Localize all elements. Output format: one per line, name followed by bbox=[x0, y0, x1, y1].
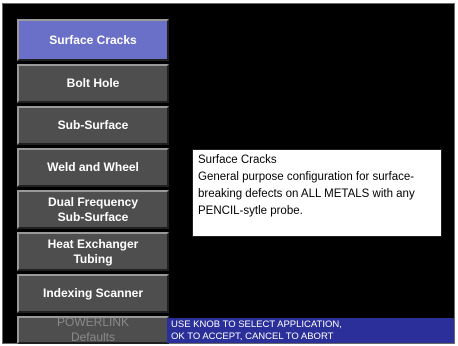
menu-item-dual-frequency-sub-surface[interactable]: Dual Frequency Sub-Surface bbox=[17, 190, 169, 229]
menu-item-label: Indexing Scanner bbox=[42, 286, 144, 300]
menu-item-indexing-scanner[interactable]: Indexing Scanner bbox=[17, 274, 169, 313]
menu-item-label: Heat Exchanger Tubing bbox=[47, 236, 139, 266]
menu-item-label: Sub-Surface bbox=[57, 118, 129, 132]
status-bar: USE KNOB TO SELECT APPLICATION, OK TO AC… bbox=[167, 318, 454, 343]
menu-item-label: Bolt Hole bbox=[66, 76, 120, 90]
menu-item-sub-surface[interactable]: Sub-Surface bbox=[17, 106, 169, 145]
description-text: General purpose configuration for surfac… bbox=[198, 171, 415, 217]
application-description-box: Surface Cracks General purpose configura… bbox=[192, 149, 442, 237]
menu-item-powerlink-defaults: POWERLINK Defaults bbox=[17, 315, 169, 344]
description-title: Surface Cracks bbox=[198, 154, 277, 166]
menu-item-heat-exchanger-tubing[interactable]: Heat Exchanger Tubing bbox=[17, 232, 169, 271]
menu-item-label: Surface Cracks bbox=[49, 32, 137, 47]
menu-item-label: Weld and Wheel bbox=[47, 160, 139, 174]
menu-item-label: POWERLINK Defaults bbox=[56, 315, 129, 344]
menu-item-bolt-hole[interactable]: Bolt Hole bbox=[17, 64, 169, 103]
menu-item-weld-and-wheel[interactable]: Weld and Wheel bbox=[17, 148, 169, 187]
application-screen: Surface Cracks Bolt Hole Sub-Surface Wel… bbox=[2, 3, 455, 344]
menu-item-label: Dual Frequency Sub-Surface bbox=[47, 194, 139, 224]
menu-item-surface-cracks[interactable]: Surface Cracks bbox=[17, 19, 169, 61]
